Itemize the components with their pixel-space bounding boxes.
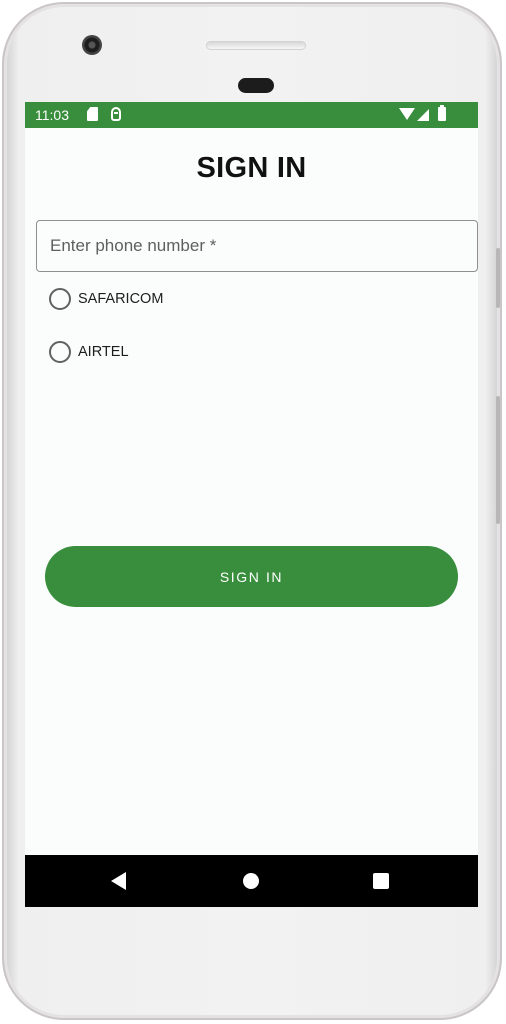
radio-circle-icon[interactable] (49, 341, 71, 363)
signal-icon (417, 109, 429, 121)
recents-icon[interactable] (373, 873, 389, 889)
volume-button (496, 396, 500, 524)
screen: 11:03 SIGN IN SAFARICOM AIRTEL SIGN IN (25, 102, 478, 907)
proximity-sensor (238, 78, 274, 93)
radio-label-airtel: AIRTEL (78, 344, 129, 360)
sd-card-icon (87, 107, 98, 121)
page-title: SIGN IN (196, 152, 307, 184)
radio-safaricom[interactable]: SAFARICOM (49, 288, 163, 310)
radio-airtel[interactable]: AIRTEL (49, 341, 129, 363)
radio-circle-icon[interactable] (49, 288, 71, 310)
power-button (496, 248, 500, 308)
earpiece-speaker (206, 41, 306, 50)
back-icon[interactable] (111, 872, 126, 890)
sign-in-button[interactable]: SIGN IN (45, 546, 458, 607)
status-time: 11:03 (35, 107, 69, 123)
status-bar: 11:03 (25, 102, 478, 128)
database-icon (111, 107, 121, 121)
phone-number-input[interactable] (36, 220, 478, 272)
battery-icon (438, 105, 446, 121)
radio-label-safaricom: SAFARICOM (78, 291, 164, 307)
home-icon[interactable] (243, 873, 259, 889)
wifi-icon (399, 108, 415, 120)
front-camera (82, 35, 102, 55)
navigation-bar (25, 855, 478, 907)
